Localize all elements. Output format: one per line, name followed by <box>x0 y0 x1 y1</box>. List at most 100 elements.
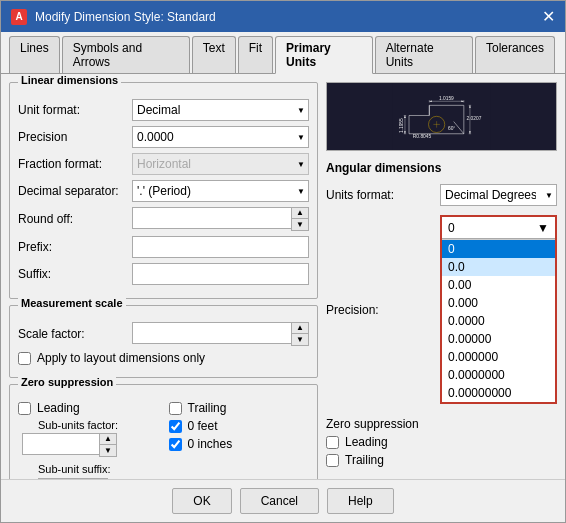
scale-factor-row: Scale factor: 1.0000 ▲ ▼ <box>18 322 309 346</box>
angular-precision-dropdown: 0 ▼ 0 0.0 0.00 0.000 0.0000 0.00000 <box>440 215 557 404</box>
inches-label: 0 inches <box>188 437 233 451</box>
angular-leading-checkbox[interactable] <box>326 436 339 449</box>
zero-suppression-right-col: Trailing 0 feet 0 inches <box>169 401 310 479</box>
cancel-button[interactable]: Cancel <box>240 488 319 514</box>
tab-text[interactable]: Text <box>192 36 236 73</box>
fraction-format-select[interactable]: Horizontal <box>132 153 309 175</box>
apply-layout-checkbox[interactable] <box>18 352 31 365</box>
fraction-format-row: Fraction format: Horizontal <box>18 153 309 175</box>
linear-dimensions-group: Linear dimensions Unit format: Decimal P… <box>9 82 318 299</box>
app-icon: A <box>11 9 27 25</box>
apply-layout-row: Apply to layout dimensions only <box>18 351 309 365</box>
dim-radius-value: R0.8045 <box>413 134 432 139</box>
trailing-checkbox[interactable] <box>169 402 182 415</box>
leading-checkbox[interactable] <box>18 402 31 415</box>
round-off-row: Round off: 0.0000 ▲ ▼ <box>18 207 309 231</box>
round-off-down-button[interactable]: ▼ <box>292 219 308 230</box>
sub-unit-factor-row: Sub-units factor: 100.0000 ▲ ▼ <box>22 419 159 457</box>
angular-precision-selected[interactable]: 0 ▼ <box>442 217 555 239</box>
sub-unit-suffix-label: Sub-unit suffix: <box>38 463 111 475</box>
feet-row: 0 feet <box>169 419 310 433</box>
close-button[interactable]: ✕ <box>542 7 555 26</box>
suffix-input[interactable] <box>132 263 309 285</box>
leading-row: Leading <box>18 401 159 415</box>
dropdown-item-7[interactable]: 0.0000000 <box>442 366 555 384</box>
sub-unit-factor-up-button[interactable]: ▲ <box>100 434 116 445</box>
dim-angle-value: 60° <box>448 126 455 131</box>
title-bar: A Modify Dimension Style: Standard ✕ <box>1 1 565 32</box>
inches-row: 0 inches <box>169 437 310 451</box>
round-off-input[interactable]: 0.0000 <box>132 207 291 229</box>
angular-precision-dropdown-container: 0 ▼ 0 0.0 0.00 0.000 0.0000 0.00000 <box>440 215 557 404</box>
sub-unit-factor-down-button[interactable]: ▼ <box>100 445 116 456</box>
scale-factor-spinner: 1.0000 ▲ ▼ <box>132 322 309 346</box>
decimal-separator-label: Decimal separator: <box>18 184 128 198</box>
feet-checkbox[interactable] <box>169 420 182 433</box>
sub-unit-suffix-input[interactable] <box>38 478 108 479</box>
trailing-label: Trailing <box>188 401 227 415</box>
angular-dimensions-section: Angular dimensions Units format: Decimal… <box>326 161 557 471</box>
scale-factor-spinner-buttons: ▲ ▼ <box>291 322 309 346</box>
angular-trailing-checkbox[interactable] <box>326 454 339 467</box>
angular-units-format-label: Units format: <box>326 188 436 202</box>
angular-zero-suppression-area: Zero suppression Leading Trailing <box>326 417 557 471</box>
help-button[interactable]: Help <box>327 488 394 514</box>
left-panel: Linear dimensions Unit format: Decimal P… <box>9 82 318 471</box>
dropdown-item-1[interactable]: 0.0 <box>442 258 555 276</box>
sub-unit-factor-spinner: 100.0000 ▲ ▼ <box>22 433 117 457</box>
ok-button[interactable]: OK <box>172 488 231 514</box>
angular-zero-suppression-col: Zero suppression Leading Trailing <box>326 417 419 471</box>
dropdown-item-5[interactable]: 0.00000 <box>442 330 555 348</box>
inches-checkbox[interactable] <box>169 438 182 451</box>
round-off-label: Round off: <box>18 212 128 226</box>
tab-bar: Lines Symbols and Arrows Text Fit Primar… <box>1 32 565 74</box>
scale-factor-up-button[interactable]: ▲ <box>292 323 308 334</box>
decimal-separator-select-wrapper: '.' (Period) <box>132 180 309 202</box>
precision-label: Precision <box>18 130 128 144</box>
decimal-separator-select[interactable]: '.' (Period) <box>132 180 309 202</box>
round-off-up-button[interactable]: ▲ <box>292 208 308 219</box>
zero-suppression-content: Leading Sub-units factor: 100.0000 ▲ ▼ <box>18 401 309 479</box>
feet-label: 0 feet <box>188 419 218 433</box>
dropdown-item-2[interactable]: 0.00 <box>442 276 555 294</box>
angular-precision-dropdown-arrow: ▼ <box>537 221 549 235</box>
unit-format-row: Unit format: Decimal <box>18 99 309 121</box>
dropdown-item-6[interactable]: 0.000000 <box>442 348 555 366</box>
angular-units-format-select[interactable]: Decimal Degrees <box>440 184 557 206</box>
tab-symbols[interactable]: Symbols and Arrows <box>62 36 190 73</box>
unit-format-select[interactable]: Decimal <box>132 99 309 121</box>
dropdown-item-8[interactable]: 0.00000000 <box>442 384 555 402</box>
sub-unit-factor-label: Sub-units factor: <box>38 419 118 431</box>
tab-fit[interactable]: Fit <box>238 36 273 73</box>
trailing-row: Trailing <box>169 401 310 415</box>
round-off-spinner-buttons: ▲ ▼ <box>291 207 309 231</box>
angular-zero-suppression-label: Zero suppression <box>326 417 419 431</box>
sub-unit-factor-spinner-buttons: ▲ ▼ <box>99 433 117 457</box>
angular-trailing-label: Trailing <box>345 453 384 467</box>
angular-precision-list: 0 0.0 0.00 0.000 0.0000 0.00000 0.000000… <box>442 239 555 402</box>
scale-factor-input[interactable]: 1.0000 <box>132 322 291 344</box>
tab-lines[interactable]: Lines <box>9 36 60 73</box>
tab-primary-units[interactable]: Primary Units <box>275 36 373 74</box>
fraction-format-select-wrapper: Horizontal <box>132 153 309 175</box>
dropdown-item-0[interactable]: 0 <box>442 240 555 258</box>
prefix-input[interactable] <box>132 236 309 258</box>
dropdown-item-4[interactable]: 0.0000 <box>442 312 555 330</box>
scale-factor-label: Scale factor: <box>18 327 128 341</box>
leading-label: Leading <box>37 401 80 415</box>
angular-units-format-select-wrapper: Decimal Degrees <box>440 184 557 206</box>
measurement-scale-label: Measurement scale <box>18 297 126 309</box>
tab-tolerances[interactable]: Tolerances <box>475 36 555 73</box>
angular-precision-label: Precision: <box>326 303 436 317</box>
linear-dimensions-label: Linear dimensions <box>18 74 121 86</box>
angular-dimensions-title: Angular dimensions <box>326 161 557 175</box>
right-panel: 1.0159 1.1955 2 <box>326 82 557 471</box>
dropdown-item-3[interactable]: 0.000 <box>442 294 555 312</box>
zero-suppression-left-col: Leading Sub-units factor: 100.0000 ▲ ▼ <box>18 401 159 479</box>
sub-unit-factor-input[interactable]: 100.0000 <box>22 433 99 455</box>
precision-select[interactable]: 0.0000 <box>132 126 309 148</box>
scale-factor-down-button[interactable]: ▼ <box>292 334 308 345</box>
dim-left-value: 1.1955 <box>399 118 404 133</box>
angular-precision-selected-value: 0 <box>448 221 455 235</box>
tab-alternate-units[interactable]: Alternate Units <box>375 36 473 73</box>
